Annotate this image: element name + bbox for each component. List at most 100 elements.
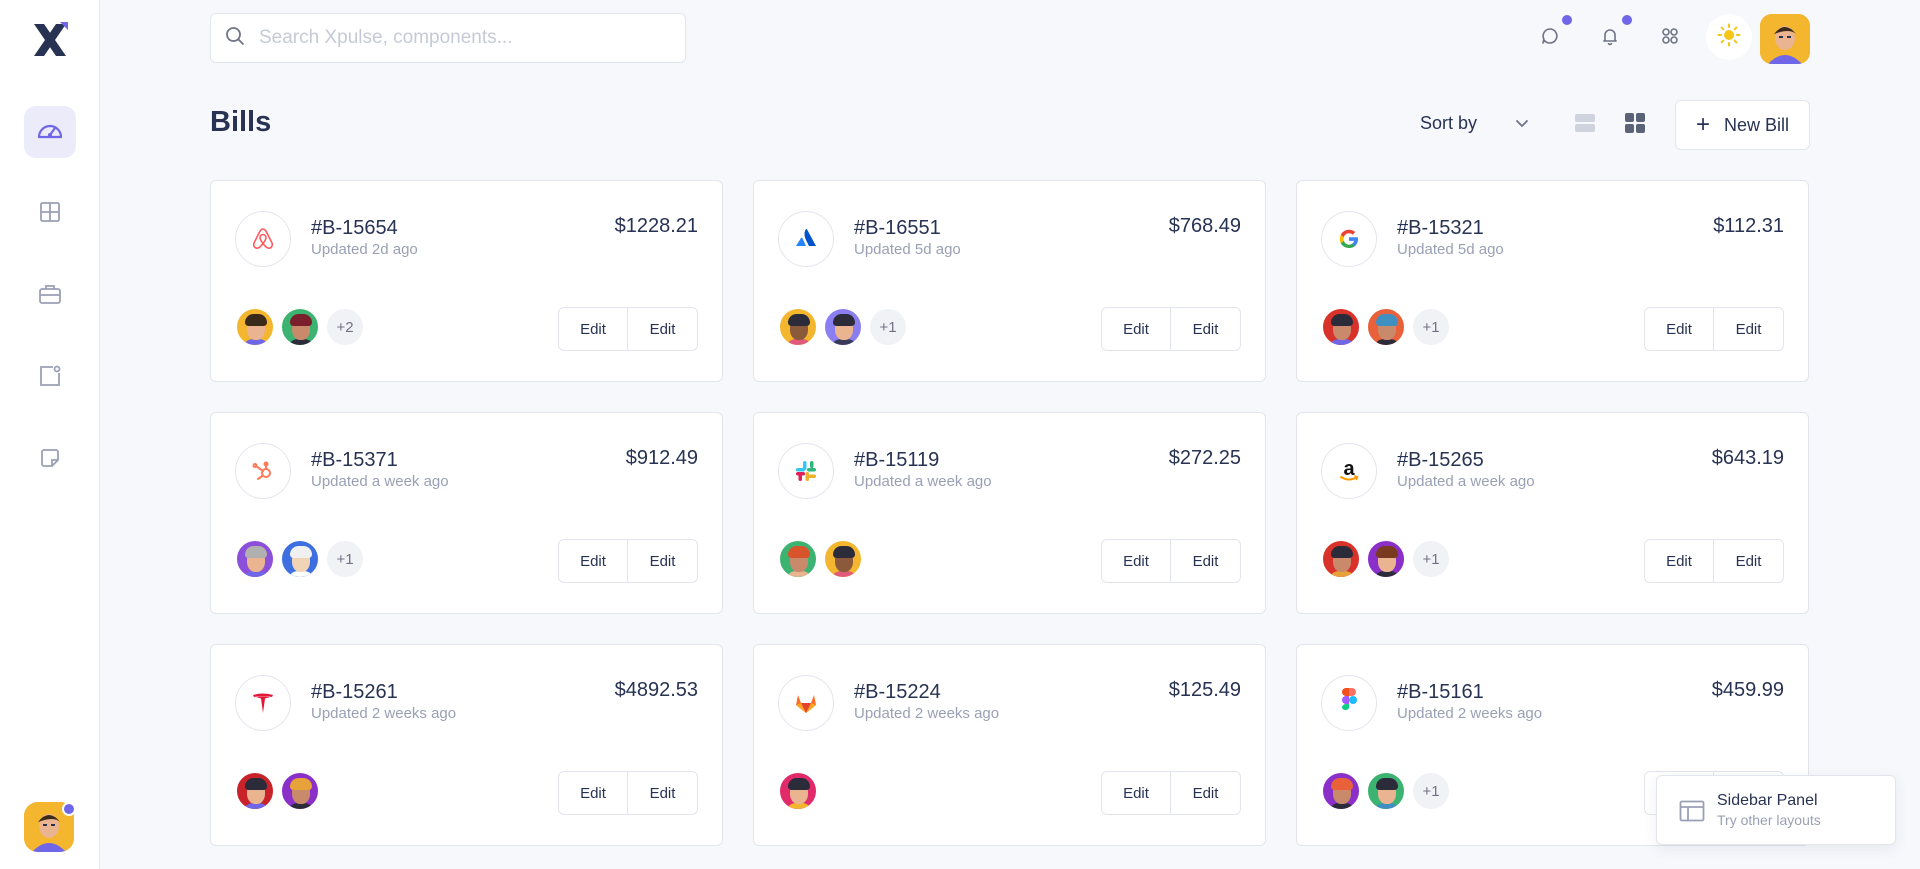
more-members-badge[interactable]: +2 (325, 307, 365, 347)
apps-button[interactable] (1650, 18, 1690, 58)
edit-button[interactable]: Edit (1101, 307, 1171, 351)
member-avatar[interactable] (280, 771, 320, 811)
member-avatar[interactable] (778, 771, 818, 811)
nav-apps[interactable] (24, 352, 76, 404)
member-avatar[interactable] (280, 539, 320, 579)
search-input[interactable] (259, 27, 659, 49)
member-avatars: +1 (1321, 307, 1451, 347)
bill-amount: $912.49 (625, 447, 698, 469)
nav-business[interactable] (24, 270, 76, 322)
search-icon (225, 26, 245, 51)
edit-button[interactable]: Edit (628, 307, 698, 351)
member-avatar[interactable] (778, 307, 818, 347)
amazon-logo-icon: a (1340, 458, 1359, 481)
more-members-badge[interactable]: +1 (1411, 539, 1451, 579)
bill-card-atlassian[interactable]: #B-16551 Updated 5d ago $768.49 +1 Edit … (753, 180, 1266, 382)
bill-amount: $125.49 (1168, 679, 1241, 701)
company-logo (1321, 675, 1377, 731)
sticky-note-icon (39, 447, 61, 474)
company-logo (778, 211, 834, 267)
bill-card-amazon[interactable]: a #B-15265 Updated a week ago $643.19 +1… (1296, 412, 1809, 614)
bill-card-hubspot[interactable]: #B-15371 Updated a week ago $912.49 +1 E… (210, 412, 723, 614)
more-members-badge[interactable]: +1 (325, 539, 365, 579)
bill-updated: Updated a week ago (854, 473, 992, 490)
edit-button[interactable]: Edit (628, 771, 698, 815)
plus-icon: + (1695, 111, 1710, 138)
edit-button[interactable]: Edit (1171, 539, 1241, 583)
bill-amount: $272.25 (1168, 447, 1241, 469)
bill-id: #B-16551 (854, 217, 941, 239)
airbnb-logo-icon (252, 228, 274, 249)
list-view-button[interactable] (1572, 112, 1598, 138)
edit-button[interactable]: Edit (1644, 539, 1714, 583)
edit-button[interactable]: Edit (1101, 771, 1171, 815)
more-members-badge[interactable]: +1 (1411, 307, 1451, 347)
sidebar-panel-toast[interactable]: Sidebar Panel Try other layouts (1656, 775, 1896, 845)
notifications-badge (1622, 15, 1632, 25)
edit-button[interactable]: Edit (558, 539, 628, 583)
edit-button[interactable]: Edit (558, 307, 628, 351)
member-avatar[interactable] (235, 539, 275, 579)
member-avatar[interactable] (235, 307, 275, 347)
bill-card-gitlab[interactable]: #B-15224 Updated 2 weeks ago $125.49 Edi… (753, 644, 1266, 846)
member-avatar[interactable] (235, 771, 275, 811)
card-actions: Edit Edit (1101, 539, 1241, 583)
member-avatar[interactable] (1321, 539, 1361, 579)
member-avatar[interactable] (1321, 307, 1361, 347)
bill-card-slack[interactable]: #B-15119 Updated a week ago $272.25 Edit… (753, 412, 1266, 614)
member-avatar[interactable] (823, 307, 863, 347)
dashboard-gauge-icon (36, 119, 64, 146)
nav-layouts[interactable] (24, 188, 76, 240)
member-avatar[interactable] (1321, 771, 1361, 811)
bill-card-google[interactable]: #B-15321 Updated 5d ago $112.31 +1 Edit … (1296, 180, 1809, 382)
grid-view-button[interactable] (1622, 112, 1648, 138)
chevron-down-icon (1516, 119, 1528, 127)
nav-notes[interactable] (24, 434, 76, 486)
bill-card-tesla[interactable]: #B-15261 Updated 2 weeks ago $4892.53 Ed… (210, 644, 723, 846)
bill-amount: $643.19 (1711, 447, 1784, 469)
theme-toggle[interactable] (1706, 14, 1752, 60)
sun-icon (1717, 23, 1741, 52)
bell-icon (1600, 26, 1620, 51)
edit-button[interactable]: Edit (1644, 307, 1714, 351)
member-avatar[interactable] (280, 307, 320, 347)
edit-button[interactable]: Edit (1171, 307, 1241, 351)
hubspot-logo-icon (252, 461, 271, 480)
edit-button[interactable]: Edit (1714, 307, 1784, 351)
edit-button[interactable]: Edit (1171, 771, 1241, 815)
member-avatar[interactable] (1366, 771, 1406, 811)
bill-id: #B-15119 (854, 449, 940, 471)
apps-grid-icon (1660, 26, 1680, 51)
nav-dashboard[interactable] (24, 106, 76, 158)
bill-id: #B-15224 (854, 681, 941, 703)
edit-button[interactable]: Edit (1714, 539, 1784, 583)
google-logo-icon (1339, 229, 1358, 248)
bill-card-airbnb[interactable]: #B-15654 Updated 2d ago $1228.21 +2 Edit… (210, 180, 723, 382)
search-bar[interactable] (210, 13, 686, 63)
edit-button[interactable]: Edit (628, 539, 698, 583)
toast-title: Sidebar Panel (1717, 792, 1818, 809)
more-members-badge[interactable]: +1 (1411, 771, 1451, 811)
tesla-logo-icon (253, 693, 273, 713)
member-avatar[interactable] (1366, 539, 1406, 579)
profile-avatar[interactable] (1760, 14, 1810, 64)
more-members-badge[interactable]: +1 (868, 307, 908, 347)
member-avatar[interactable] (823, 539, 863, 579)
bill-id: #B-15261 (311, 681, 398, 703)
new-bill-button[interactable]: + New Bill (1675, 100, 1810, 150)
member-avatar[interactable] (778, 539, 818, 579)
briefcase-icon (38, 283, 62, 310)
grid-icon (39, 201, 61, 228)
bill-id: #B-15654 (311, 217, 398, 239)
xpulse-logo[interactable] (30, 20, 70, 60)
list-view-icon (1574, 112, 1596, 139)
member-avatars: +2 (235, 307, 365, 347)
online-status-dot (62, 802, 76, 816)
bill-id: #B-15265 (1397, 449, 1484, 471)
edit-button[interactable]: Edit (558, 771, 628, 815)
bill-updated: Updated 5d ago (1397, 241, 1504, 258)
bill-amount: $1228.21 (614, 215, 698, 237)
edit-button[interactable]: Edit (1101, 539, 1171, 583)
sort-dropdown[interactable]: Sort by (1420, 113, 1529, 134)
member-avatar[interactable] (1366, 307, 1406, 347)
